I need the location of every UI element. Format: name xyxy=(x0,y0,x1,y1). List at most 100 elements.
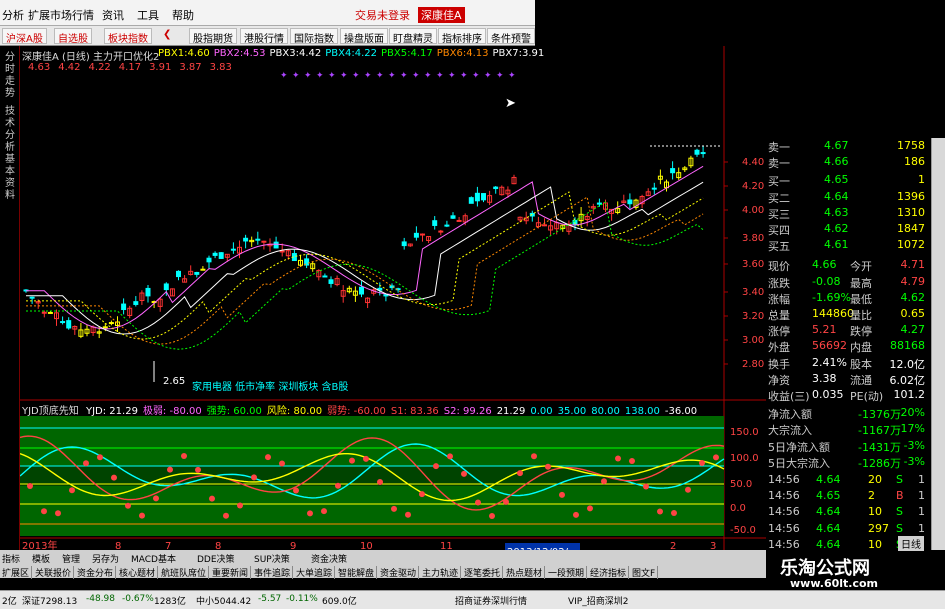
buy-volume: 1396 xyxy=(897,189,925,203)
quote-panel-scrollbar[interactable] xyxy=(931,138,945,550)
bottom-tab-row2[interactable]: 扩展区 xyxy=(2,566,33,579)
indicator-dot xyxy=(97,454,103,461)
current-stock-tab[interactable]: 深康佳A xyxy=(418,7,465,23)
price-tick: 3.40 xyxy=(742,287,764,298)
menu-analysis[interactable]: 分析 xyxy=(2,7,24,23)
tick-time: 14:56 xyxy=(768,473,800,486)
indicator-dot xyxy=(69,487,75,494)
back-arrow-icon[interactable]: ❮ xyxy=(160,28,174,44)
quote-row: 涨停 5.21 跌停 4.27 xyxy=(766,322,929,338)
tab-technical[interactable]: 技术分析 xyxy=(3,106,17,154)
flow-value: -1167万 xyxy=(858,424,901,438)
chart-area[interactable]: 4.40 4.20 4.00 3.80 3.60 3.40 3.20 3.00 2.80 150.… xyxy=(20,46,766,558)
buy-volume: 1847 xyxy=(897,222,925,235)
indicator-dot xyxy=(587,505,593,512)
pbx-row2-value: 4.63 xyxy=(28,62,51,73)
daily-tab[interactable]: 日线 xyxy=(898,536,924,551)
btn-index-futures[interactable]: 股指期货 xyxy=(189,28,237,45)
menu-help[interactable]: 帮助 xyxy=(172,7,194,23)
bottom-tab-row2[interactable]: 事件追踪 xyxy=(254,566,294,579)
bottom-tab-row2[interactable]: 大单追踪 xyxy=(296,566,336,579)
kline-chart-svg[interactable]: 4.40 4.20 4.00 3.80 3.60 3.40 3.20 3.00 2.80 150.… xyxy=(20,46,766,550)
menu-tools[interactable]: 工具 xyxy=(137,7,159,23)
btn-condition-alert[interactable]: 条件预警 xyxy=(487,28,535,45)
quote-row: 5日净流入额 -1431万 -3% xyxy=(766,438,929,454)
bottom-tab-row1[interactable]: MACD基本 xyxy=(131,552,176,565)
candle-body xyxy=(596,202,602,205)
btn-shsz-a[interactable]: 沪深A股 xyxy=(2,28,47,45)
bottom-tab-row2[interactable]: 主力轨迹 xyxy=(422,566,462,579)
bottom-tab-row2[interactable]: 航班队席位 xyxy=(161,566,210,579)
flow-value: -1286万 xyxy=(858,456,901,470)
signal-marker: ✦ xyxy=(508,71,516,81)
buy-label: 买四 xyxy=(768,224,790,237)
quote-row: 收益(三) 0.035 PE(动) 101.2 xyxy=(766,387,929,403)
signal-marker: ✦ xyxy=(412,71,420,81)
menu-extended-market[interactable]: 扩展市场行情 xyxy=(28,7,94,23)
indicator-dot xyxy=(629,458,635,465)
candle-body xyxy=(273,241,279,249)
indicator-value: 极弱: -80.00 xyxy=(142,406,202,417)
indicator-dot xyxy=(433,463,439,470)
pbx-row2-value: 3.83 xyxy=(209,62,232,73)
bottom-tab-row2[interactable]: 核心题材 xyxy=(119,566,159,579)
bottom-tab-row2[interactable]: 智能解盘 xyxy=(338,566,378,579)
btn-trading-layout[interactable]: 操盘版面 xyxy=(340,28,388,45)
candle-body xyxy=(121,303,127,311)
tick-count: 1 xyxy=(918,489,925,503)
bottom-tab-row1[interactable]: 资金决策 xyxy=(311,552,347,565)
signal-marker: ✦ xyxy=(484,71,492,81)
bottom-tab-row2[interactable]: 逐笔委托 xyxy=(464,566,504,579)
bottom-tab-row1[interactable]: SUP决策 xyxy=(254,552,290,565)
tab-fundamentals[interactable]: 基本资料 xyxy=(3,154,17,202)
quote-row: 外盘 56692 内盘 88168 xyxy=(766,338,929,354)
signal-marker: ✦ xyxy=(496,71,504,81)
price-tick: 3.80 xyxy=(742,233,764,244)
indicator-dot xyxy=(377,479,383,486)
pbx-value: PBX7:3.91 xyxy=(492,48,545,59)
signal-marker: ✦ xyxy=(388,71,396,81)
bottom-tab-row2[interactable]: 经济指标 xyxy=(590,566,630,579)
stat-label: 内盘 xyxy=(850,341,872,355)
bottom-tab-row2[interactable]: 资金驱动 xyxy=(380,566,420,579)
candle-body xyxy=(163,283,169,291)
tick-volume: 10 xyxy=(868,537,882,551)
bottom-tab-row2[interactable]: 关联报价 xyxy=(35,566,75,579)
btn-indicator-sort[interactable]: 指标排序 xyxy=(438,28,486,45)
candle-body xyxy=(206,257,212,263)
btn-sector-index[interactable]: 板块指数 xyxy=(104,28,152,45)
trade-login-status[interactable]: 交易未登录 xyxy=(355,7,410,23)
quote-row: 净流入额 -1376万 -20% xyxy=(766,405,929,421)
btn-monitor-genie[interactable]: 盯盘精灵 xyxy=(389,28,437,45)
btn-intl-index[interactable]: 国际指数 xyxy=(290,28,338,45)
stat-label: 今开 xyxy=(850,260,872,274)
bottom-tab-row2[interactable]: 热点题材 xyxy=(506,566,546,579)
bottom-tab-row1[interactable]: 模板 xyxy=(32,552,50,565)
menu-news[interactable]: 资讯 xyxy=(102,7,124,23)
stat-value: 0.035 xyxy=(812,388,844,401)
tick-side: S xyxy=(896,473,903,486)
bottom-tab-row1[interactable]: 管理 xyxy=(62,552,80,565)
tick-time: 14:56 xyxy=(768,489,800,503)
btn-watchlist[interactable]: 自选股 xyxy=(54,28,92,45)
bottom-tab-row2[interactable]: 图文F xyxy=(632,566,659,579)
tick-volume: 10 xyxy=(868,505,882,519)
indicator-tick: 50.0 xyxy=(730,479,752,490)
candle-body xyxy=(432,220,438,226)
signal-marker: ✦ xyxy=(436,71,444,81)
btn-hk-quotes[interactable]: 港股行情 xyxy=(240,28,288,45)
bottom-tab-row1[interactable]: 另存为 xyxy=(92,552,119,565)
bottom-tab-row2[interactable]: 资金分布 xyxy=(77,566,117,579)
candle-body xyxy=(474,192,480,202)
tab-intraday[interactable]: 分时走势 xyxy=(3,52,17,100)
bottom-tab-row1[interactable]: DDE决策 xyxy=(197,552,235,565)
quote-row: 买一 4.65 1 xyxy=(766,172,929,188)
candle-body xyxy=(542,224,547,227)
bottom-tab-row2[interactable]: 重要新闻 xyxy=(212,566,252,579)
pbx-value: PBX3:4.42 xyxy=(269,48,322,59)
candle-body xyxy=(700,152,706,155)
bottom-tab-row2[interactable]: 一段预期 xyxy=(548,566,588,579)
indicator-dot xyxy=(643,483,649,490)
bottom-tab-row1[interactable]: 指标 xyxy=(2,552,20,565)
toolbar: 沪深A股 自选股 板块指数 ❮ 股指期货 港股行情 国际指数 操盘版面 盯盘精灵… xyxy=(0,26,535,46)
